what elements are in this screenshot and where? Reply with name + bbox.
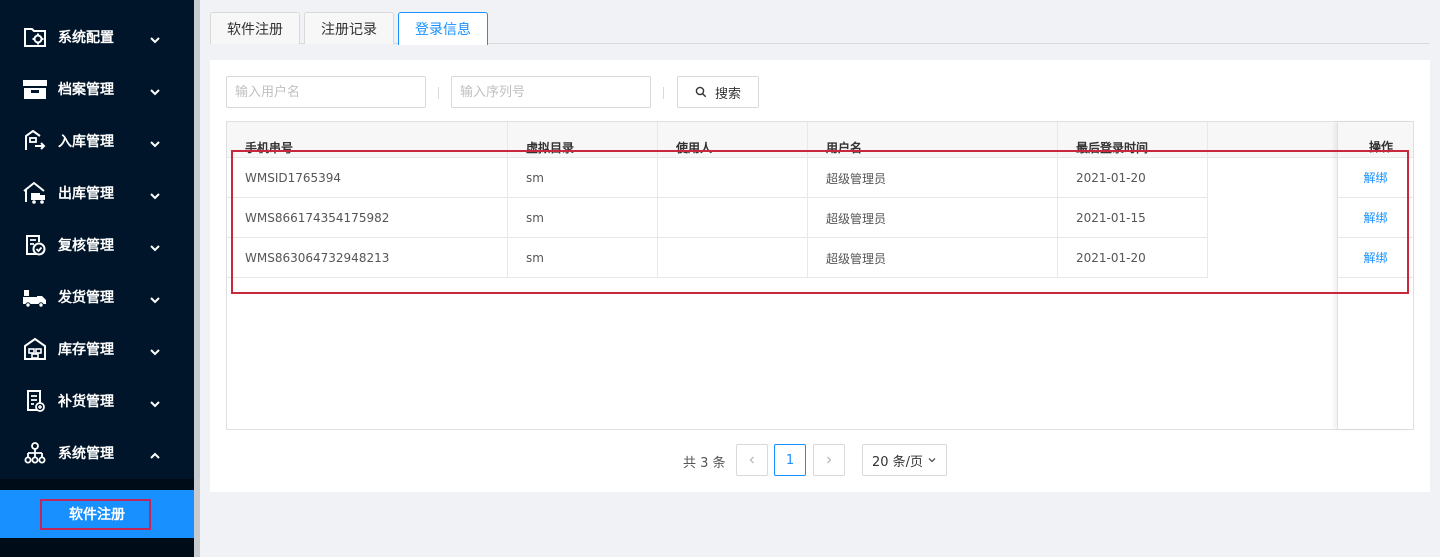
sidebar-item-delivery[interactable]: 发货管理 [0,271,194,323]
table-header: 手机串号 虚拟目录 使用人 用户名 最后登录时间 [227,122,1413,158]
unbind-link[interactable]: 解绑 [1338,238,1413,278]
page-size-select[interactable]: 20 条/页 [862,444,947,476]
chevron-right-icon [827,456,832,464]
unbind-link[interactable]: 解绑 [1338,198,1413,238]
sidebar-scrollbar[interactable] [194,0,200,557]
search-button[interactable]: 搜索 [677,76,759,108]
sidebar-item-system-management[interactable]: 系统管理 [0,427,194,479]
table-row: WMS863064732948213 sm 超级管理员 2021-01-20 [227,238,1208,278]
sidebar: 系统配置 档案管理 入库管理 出库管理 复核管理 发货管理 库存管理 补货管理 … [0,0,194,557]
submenu-item-label: 软件注册 [69,507,125,523]
sidebar-item-system-config[interactable]: 系统配置 [0,11,194,63]
cell-user [658,158,808,198]
cell-last-login: 2021-01-20 [1058,238,1208,278]
chevron-down-icon [148,135,162,148]
replenish-doc-icon [22,389,48,413]
chevron-down-icon [148,343,162,356]
cell-username: 超级管理员 [808,158,1058,198]
cell-serial: WMSID1765394 [227,158,508,198]
sidebar-item-label: 系统配置 [58,30,114,46]
warehouse-icon [22,337,48,361]
table-row: WMS866174354175982 sm 超级管理员 2021-01-15 [227,198,1208,238]
cell-serial: WMS863064732948213 [227,238,508,278]
delivery-truck-icon [22,285,48,309]
chevron-down-icon [148,187,162,200]
search-button-label: 搜索 [714,86,741,102]
sidebar-item-label: 档案管理 [58,82,114,98]
cell-last-login: 2021-01-15 [1058,198,1208,238]
cell-virtual-dir: sm [508,238,658,278]
table-row: WMSID1765394 sm 超级管理员 2021-01-20 [227,158,1208,198]
sidebar-item-label: 入库管理 [58,134,114,150]
next-page-button[interactable] [813,444,845,476]
sidebar-item-replenish[interactable]: 补货管理 [0,375,194,427]
column-header-last-login[interactable]: 最后登录时间 [1058,122,1208,158]
pagination-total: 共 3 条 [683,456,726,471]
cell-virtual-dir: sm [508,198,658,238]
cell-serial: WMS866174354175982 [227,198,508,238]
sidebar-item-label: 复核管理 [58,238,114,254]
chevron-down-icon [148,83,162,96]
sidebar-item-outbound[interactable]: 出库管理 [0,167,194,219]
cell-username: 超级管理员 [808,198,1058,238]
filter-divider [438,87,439,99]
column-header-serial[interactable]: 手机串号 [227,122,508,158]
org-chart-icon [22,441,48,465]
prev-page-button[interactable] [736,444,768,476]
review-check-icon [22,233,48,257]
cell-user [658,198,808,238]
page-number-button[interactable]: 1 [774,444,806,476]
submenu-item-software-register[interactable]: 软件注册 [0,490,194,538]
archive-box-icon [22,77,48,101]
column-header-user[interactable]: 使用人 [658,122,808,158]
login-info-table: 手机串号 虚拟目录 使用人 用户名 最后登录时间 WMSID1765394 sm… [226,121,1414,430]
username-input[interactable] [226,76,426,108]
fixed-operation-column: 操作 解绑 解绑 解绑 [1337,122,1413,429]
cell-last-login: 2021-01-20 [1058,158,1208,198]
column-header-virtual-dir[interactable]: 虚拟目录 [508,122,658,158]
tab-software-register[interactable]: 软件注册 [210,12,300,44]
page-size-label: 20 条/页 [871,454,924,470]
cell-user [658,238,808,278]
chevron-down-icon [148,31,162,44]
tab-login-info[interactable]: 登录信息 [398,12,488,45]
cell-username: 超级管理员 [808,238,1058,278]
chevron-left-icon [749,456,754,464]
chevron-down-icon [148,239,162,252]
sidebar-item-label: 补货管理 [58,394,114,410]
sidebar-item-inventory[interactable]: 库存管理 [0,323,194,375]
search-icon [695,86,707,98]
cell-virtual-dir: sm [508,158,658,198]
sidebar-item-inbound[interactable]: 入库管理 [0,115,194,167]
serial-input[interactable] [451,76,651,108]
sidebar-item-label: 系统管理 [58,446,114,462]
gear-folder-icon [22,25,48,49]
sidebar-item-review[interactable]: 复核管理 [0,219,194,271]
chevron-down-icon [928,458,936,463]
sidebar-item-label: 出库管理 [58,186,114,202]
column-header-operation: 操作 [1338,122,1413,158]
chevron-up-icon [148,447,162,459]
filter-divider [663,87,664,99]
unbind-link[interactable]: 解绑 [1338,158,1413,198]
inbound-icon [22,129,48,153]
chevron-down-icon [148,395,162,408]
sidebar-item-label: 库存管理 [58,342,114,358]
tab-register-records[interactable]: 注册记录 [304,12,394,44]
sidebar-item-label: 发货管理 [58,290,114,306]
sidebar-item-archive[interactable]: 档案管理 [0,63,194,115]
tab-bar: 软件注册 注册记录 登录信息 [210,12,1430,45]
column-header-username[interactable]: 用户名 [808,122,1058,158]
chevron-down-icon [148,291,162,304]
outbound-truck-icon [22,181,48,205]
